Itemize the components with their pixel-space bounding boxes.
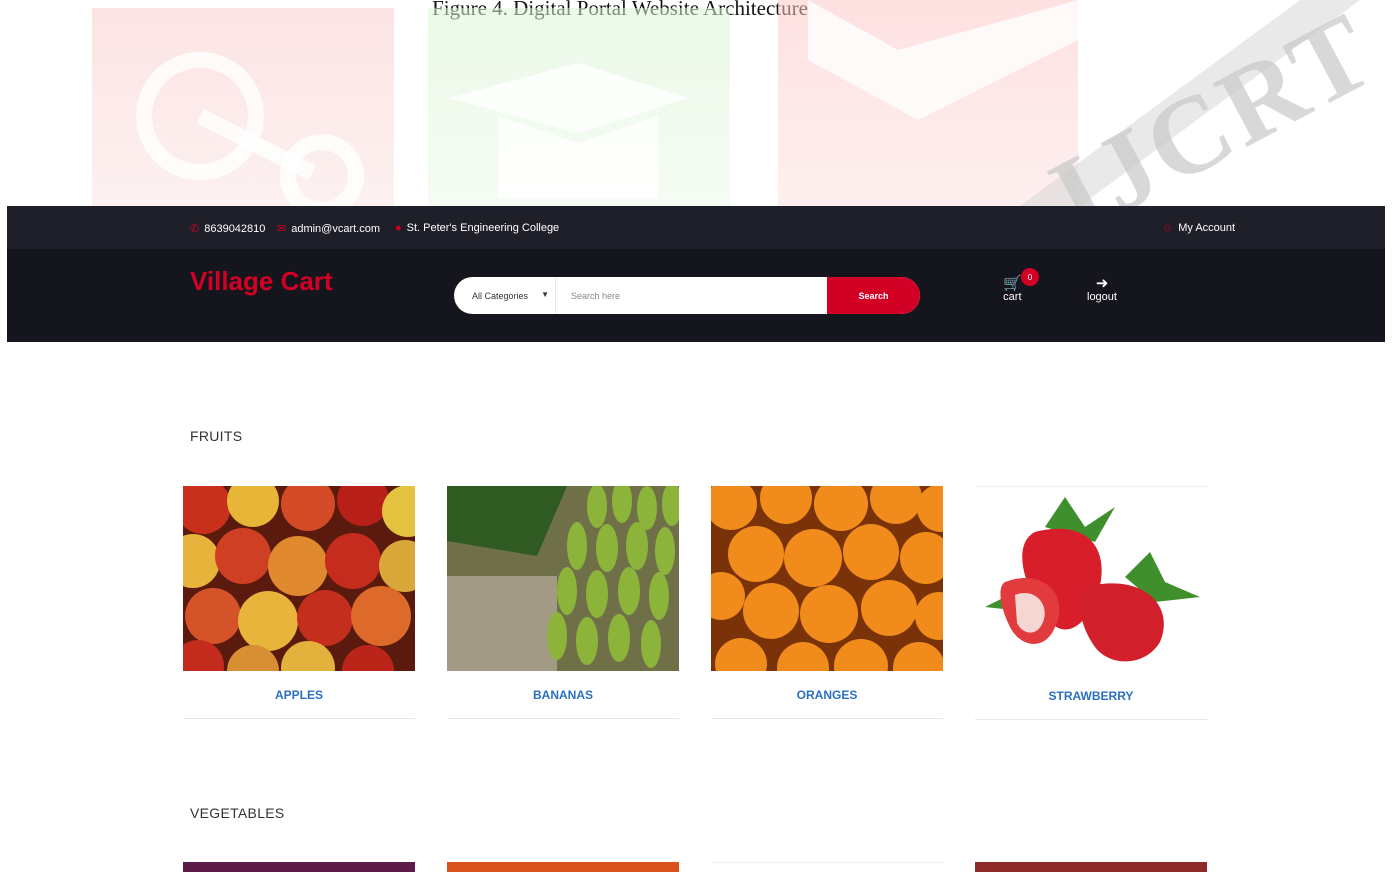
shopping-cart-icon: 🛒: [1003, 275, 1022, 292]
product-image-vegetable-2[interactable]: [447, 862, 679, 872]
product-image-vegetable-1[interactable]: [183, 862, 415, 872]
product-card-apples[interactable]: APPLES: [183, 486, 415, 719]
product-card-vegetable-3[interactable]: [711, 862, 943, 873]
product-image-bananas[interactable]: [447, 486, 679, 671]
product-card-oranges[interactable]: ORANGES: [711, 486, 943, 719]
product-name[interactable]: STRAWBERRY: [975, 672, 1207, 720]
section-title-vegetables: VEGETABLES: [190, 805, 285, 821]
sign-out-icon: ➜: [1095, 275, 1109, 292]
product-image-oranges[interactable]: [711, 486, 943, 671]
logout-link[interactable]: ➜ logout: [1087, 275, 1117, 303]
product-card-strawberry[interactable]: STRAWBERRY: [975, 486, 1207, 720]
product-name[interactable]: APPLES: [183, 671, 415, 719]
product-image-vegetable-4[interactable]: [975, 862, 1207, 872]
product-card-vegetable-2[interactable]: [447, 862, 679, 872]
product-name[interactable]: BANANAS: [447, 671, 679, 719]
product-image-apples[interactable]: [183, 486, 415, 671]
search-button[interactable]: Search: [827, 277, 920, 314]
site-logo[interactable]: Village Cart: [190, 266, 333, 297]
caret-down-icon: ▼: [541, 290, 549, 299]
my-account-link[interactable]: ☺ My Account: [1162, 222, 1235, 234]
product-card-bananas[interactable]: BANANAS: [447, 486, 679, 719]
watermark-cap-block: [428, 8, 730, 206]
header-location-text: St. Peter's Engineering College: [406, 222, 560, 234]
watermark-gear-block: [92, 8, 394, 218]
header-email-text: admin@vcart.com: [291, 222, 381, 235]
product-card-vegetable-4[interactable]: [975, 862, 1207, 872]
envelope-icon: ✉: [277, 223, 287, 235]
phone-icon: ✆: [190, 223, 200, 235]
my-account-label: My Account: [1178, 222, 1236, 234]
section-title-fruits: FRUITS: [190, 428, 243, 444]
main-header: Village Cart All Categories ▼ Search 🛒 0…: [7, 249, 1385, 342]
product-name[interactable]: ORANGES: [711, 671, 943, 719]
cart-count-badge: 0: [1021, 268, 1039, 286]
user-icon: ☺: [1162, 222, 1174, 234]
product-card-vegetable-1[interactable]: [183, 862, 415, 872]
header-location[interactable]: ● St. Peter's Engineering College: [395, 222, 559, 234]
header-email[interactable]: ✉ admin@vcart.com: [277, 222, 381, 236]
product-image-strawberry[interactable]: [975, 486, 1207, 672]
product-image-vegetable-3[interactable]: [711, 862, 943, 873]
logout-label: logout: [1087, 291, 1117, 303]
search-input[interactable]: [557, 277, 827, 314]
header-phone[interactable]: ✆ 8639042810: [190, 222, 266, 236]
map-marker-icon: ●: [395, 222, 402, 234]
header-phone-text: 8639042810: [204, 222, 266, 235]
category-select-value: All Categories: [472, 290, 529, 301]
cart-link[interactable]: 🛒 0 cart: [1003, 268, 1039, 303]
search-form: All Categories ▼ Search: [454, 277, 920, 314]
category-select[interactable]: All Categories ▼: [454, 277, 556, 314]
cart-label: cart: [1003, 291, 1022, 303]
top-header-bar: ✆ 8639042810 ✉ admin@vcart.com ● St. Pet…: [7, 206, 1385, 249]
